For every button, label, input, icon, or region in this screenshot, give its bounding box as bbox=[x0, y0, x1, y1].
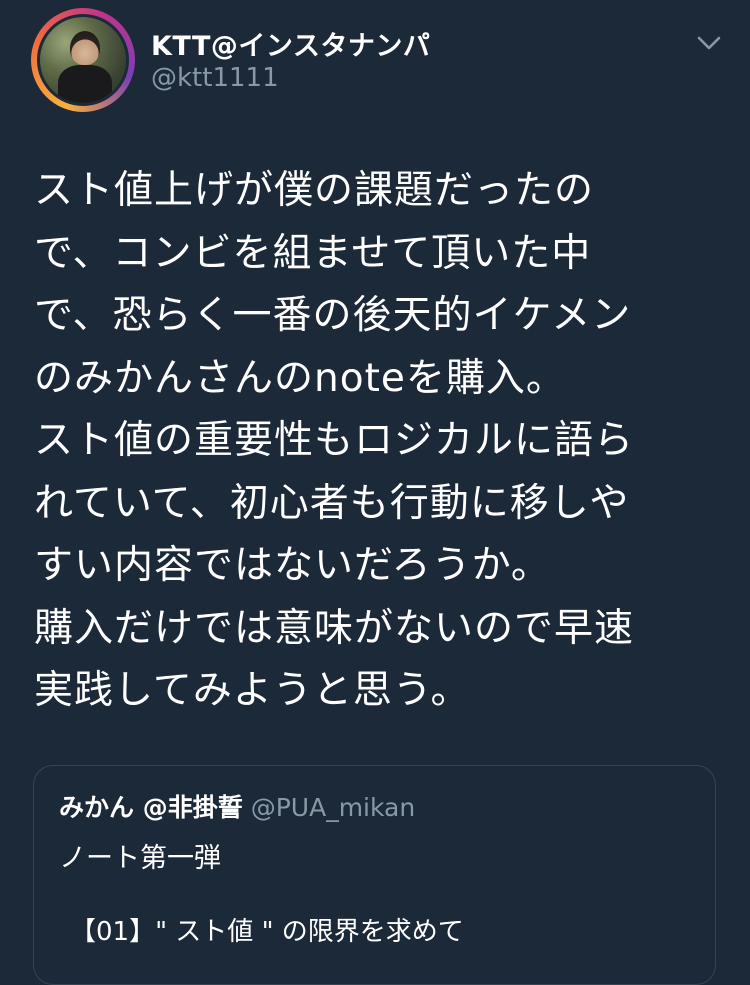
tweet-header: KTT@インスタナンパ @ktt1111 bbox=[0, 0, 750, 130]
tweet-text-line: で、コンビを組ませて頂いた中 bbox=[34, 230, 592, 276]
tweet-text-line: スト値上げが僕の課題だったの bbox=[34, 168, 595, 213]
quoted-tweet-text-line: 【01】" スト値 " の限界を求めて bbox=[70, 917, 464, 947]
tweet-text-line: すい内容ではないだろうか。 bbox=[34, 543, 551, 588]
quoted-author-handle: @PUA_mikan bbox=[250, 793, 416, 822]
avatar-person-body bbox=[58, 65, 112, 103]
user-avatar[interactable] bbox=[31, 8, 135, 112]
avatar-person-head bbox=[70, 31, 100, 65]
quoted-author-name: みかん @非掛誓 bbox=[59, 793, 243, 822]
tweet-text: スト値上げが僕の課題だったの で、コンビを組ませて頂いた中 で、恐らく一番の後天… bbox=[34, 160, 724, 723]
tweet-text-line: れていて、初心者も行動に移しや bbox=[34, 480, 630, 526]
avatar-ring-gap bbox=[37, 14, 129, 106]
tweet-text-line: 購入だけでは意味がないので早速 bbox=[34, 605, 635, 651]
user-avatar-photo bbox=[40, 17, 126, 103]
tweet-text-line: 実践してみようと思う。 bbox=[34, 668, 471, 713]
author-handle[interactable]: @ktt1111 bbox=[151, 63, 279, 93]
tweet-text-line: スト値の重要性もロジカルに語ら bbox=[34, 418, 635, 463]
quoted-tweet-card[interactable]: みかん @非掛誓 @PUA_mikan ノート第一弾 【01】" スト値 " の限… bbox=[33, 765, 716, 985]
author-display-name[interactable]: KTT@インスタナンパ bbox=[151, 24, 430, 63]
tweet-text-line: のみかんさんのnoteを購入。 bbox=[34, 355, 566, 401]
chevron-down-icon[interactable] bbox=[694, 30, 724, 56]
tweet-text-line: で、恐らく一番の後天的イケメン bbox=[34, 293, 632, 338]
quoted-tweet-author: みかん @非掛誓 @PUA_mikan bbox=[59, 788, 415, 824]
quoted-tweet-text-line: ノート第一弾 bbox=[59, 843, 221, 874]
